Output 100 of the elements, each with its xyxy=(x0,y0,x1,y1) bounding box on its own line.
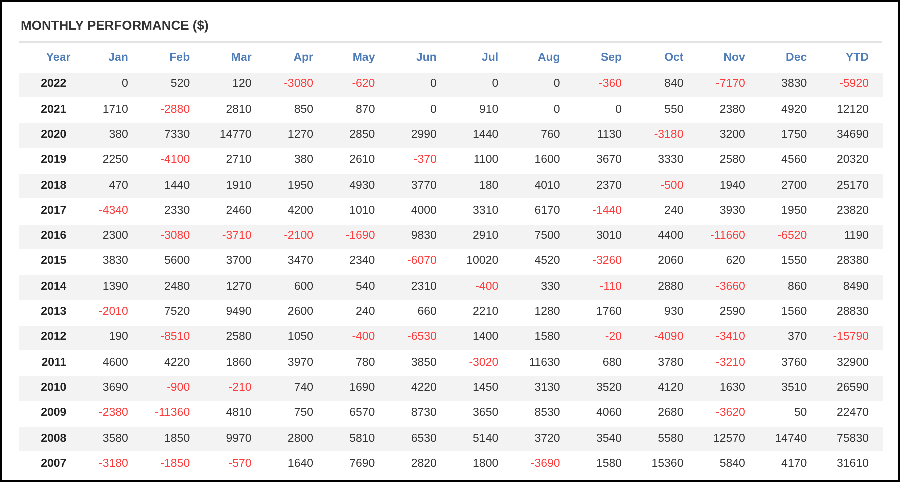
table-cell: 12570 xyxy=(698,426,760,452)
table-cell: 370 xyxy=(759,325,822,351)
column-header: Oct xyxy=(636,42,698,72)
table-cell: 1950 xyxy=(266,174,328,199)
table-cell: 380 xyxy=(80,122,142,148)
table-cell: -6520 xyxy=(759,224,822,250)
table-cell: 0 xyxy=(80,72,142,98)
table-cell: 4010 xyxy=(512,174,574,199)
table-cell: 4220 xyxy=(389,376,451,402)
table-cell: 3690 xyxy=(80,376,142,402)
column-header: YTD xyxy=(821,42,883,72)
table-cell: -15790 xyxy=(821,325,883,351)
table-cell: -1690 xyxy=(328,224,390,250)
table-cell: -3410 xyxy=(698,325,760,351)
table-cell: -900 xyxy=(142,376,204,402)
table-cell: 3770 xyxy=(389,174,451,199)
table-cell: 5840 xyxy=(698,452,760,478)
table-cell: -20 xyxy=(574,325,636,351)
table-cell: 1440 xyxy=(450,122,513,148)
table-cell: 470 xyxy=(80,174,142,199)
table-cell: 26590 xyxy=(821,376,883,402)
table-cell: 2310 xyxy=(389,274,451,300)
table-cell: 8490 xyxy=(821,274,883,300)
table-cell: -400 xyxy=(328,325,390,351)
table-cell: 1270 xyxy=(204,274,266,300)
year-cell: 2018 xyxy=(19,174,81,199)
table-cell: 0 xyxy=(450,72,513,98)
table-cell: 31610 xyxy=(821,452,883,478)
column-header: Jul xyxy=(450,42,513,72)
table-cell: 2300 xyxy=(80,224,142,250)
table-cell: 7330 xyxy=(142,122,204,148)
table-cell: -110 xyxy=(574,274,636,300)
column-header: Jan xyxy=(80,42,142,72)
table-cell: 3540 xyxy=(574,426,636,452)
table-cell: 9970 xyxy=(204,426,266,452)
table-cell: 760 xyxy=(512,122,574,148)
table-cell: 75830 xyxy=(821,426,883,452)
table-cell: 2880 xyxy=(636,274,698,300)
table-cell: 3830 xyxy=(759,72,822,98)
table-cell: 5140 xyxy=(450,426,513,452)
table-cell: -3660 xyxy=(698,274,760,300)
table-cell: 1690 xyxy=(328,376,390,402)
year-cell: 2012 xyxy=(19,325,81,351)
table-cell: 840 xyxy=(636,72,698,98)
table-cell: 600 xyxy=(266,274,328,300)
table-cell: 2820 xyxy=(389,452,451,478)
table-cell: -2100 xyxy=(266,224,328,250)
year-cell: 2014 xyxy=(19,274,81,300)
table-cell: 3720 xyxy=(512,426,574,452)
table-cell: -3690 xyxy=(512,452,574,478)
table-cell: -3180 xyxy=(80,452,142,478)
section-title: MONTHLY PERFORMANCE ($) xyxy=(19,18,882,43)
table-cell: 740 xyxy=(266,376,328,402)
column-header: Aug xyxy=(512,42,574,72)
year-cell: 2022 xyxy=(19,72,81,98)
table-cell: 3010 xyxy=(574,224,636,250)
table-cell: -400 xyxy=(450,274,513,300)
year-cell: 2010 xyxy=(19,376,81,402)
table-cell: 4930 xyxy=(328,174,390,199)
table-cell: 1940 xyxy=(698,174,760,199)
table-cell: 4400 xyxy=(636,224,698,250)
table-cell: 1750 xyxy=(759,122,822,148)
table-cell: 540 xyxy=(328,274,390,300)
table-cell: -1850 xyxy=(142,452,204,478)
table-cell: 1130 xyxy=(574,122,636,148)
table-cell: 2480 xyxy=(142,274,204,300)
column-header: May xyxy=(328,42,390,72)
year-cell: 2020 xyxy=(19,122,81,148)
table-cell: 25170 xyxy=(821,174,883,199)
table-cell: -360 xyxy=(574,72,636,98)
table-cell: 1450 xyxy=(450,376,513,402)
column-header: Dec xyxy=(759,42,822,72)
table-cell: 2580 xyxy=(204,325,266,351)
table-cell: -3080 xyxy=(142,224,204,250)
table-cell: 2800 xyxy=(266,426,328,452)
table-cell: 14770 xyxy=(204,122,266,148)
column-header: Jun xyxy=(389,42,451,72)
table-cell: -5920 xyxy=(821,72,883,98)
table-cell: -6530 xyxy=(389,325,451,351)
table-cell: 3520 xyxy=(574,376,636,402)
table-cell: 520 xyxy=(142,72,204,98)
table-cell: 1630 xyxy=(698,376,760,402)
table-cell: 4120 xyxy=(636,376,698,402)
table-cell: 1910 xyxy=(204,174,266,199)
table-cell: 120 xyxy=(204,72,266,98)
table-cell: 15360 xyxy=(636,452,698,478)
table-cell: 180 xyxy=(450,174,513,199)
table-cell: 5580 xyxy=(636,426,698,452)
column-header: Mar xyxy=(204,42,266,72)
table-cell: 1580 xyxy=(512,325,574,351)
table-cell: 1270 xyxy=(266,122,328,148)
table-cell: 9830 xyxy=(389,224,451,250)
table-cell: 1440 xyxy=(142,174,204,199)
table-cell: 4170 xyxy=(759,452,822,478)
table-cell: 1850 xyxy=(142,426,204,452)
table-cell: 1390 xyxy=(80,274,142,300)
table-cell: 3510 xyxy=(759,376,822,402)
column-header: Sep xyxy=(574,42,636,72)
table-cell: 6530 xyxy=(389,426,451,452)
table-cell: -7170 xyxy=(698,72,760,98)
